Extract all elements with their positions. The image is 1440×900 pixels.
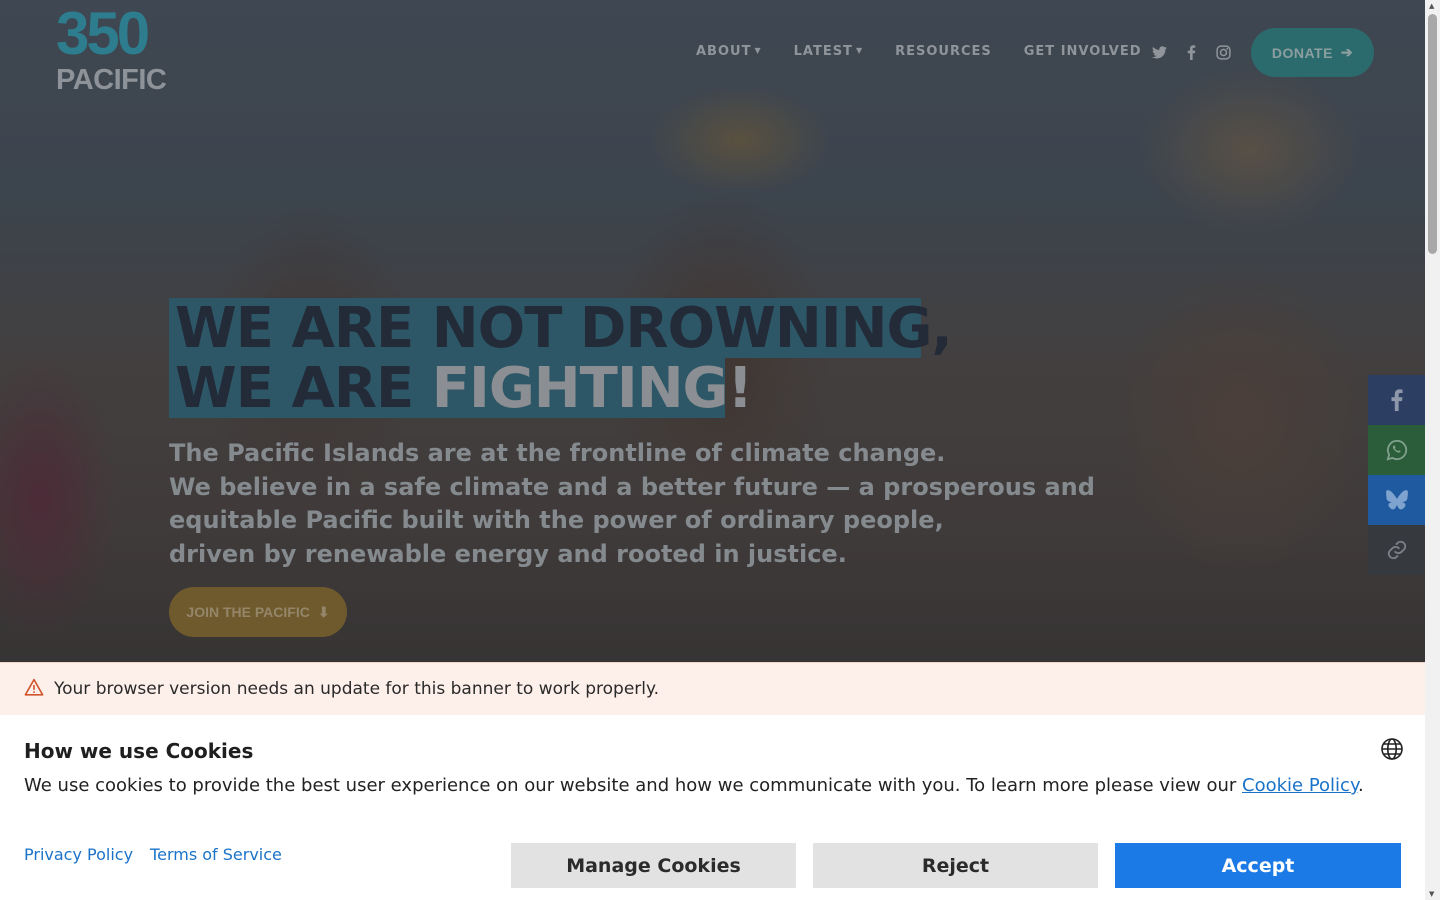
- cookie-consent-panel: How we use Cookies We use cookies to pro…: [0, 715, 1425, 900]
- globe-icon[interactable]: [1380, 737, 1404, 761]
- donate-button[interactable]: DONATE ➔: [1251, 28, 1374, 77]
- site-logo[interactable]: 350 PACIFIC: [56, 4, 167, 96]
- browser-warning-banner: Your browser version needs an update for…: [0, 662, 1425, 715]
- share-whatsapp-button[interactable]: [1368, 425, 1425, 475]
- link-icon: [1387, 540, 1406, 560]
- facebook-icon[interactable]: [1182, 43, 1200, 61]
- twitter-icon[interactable]: [1150, 43, 1168, 61]
- arrow-down-icon: ⬇: [317, 603, 330, 620]
- lede-line: We believe in a safe climate and a bette…: [169, 472, 1095, 501]
- hero-section: 350 PACIFIC ABOUT ▼ LATEST ▼ RESOURCES GET…: [0, 0, 1425, 662]
- scrollbar-thumb[interactable]: [1428, 14, 1437, 254]
- warning-icon: [24, 678, 44, 701]
- nav-latest[interactable]: LATEST ▼: [794, 44, 863, 59]
- nav-resources-label: RESOURCES: [895, 44, 992, 59]
- cookie-title: How we use Cookies: [24, 739, 254, 763]
- headline-line-2-prefix: WE ARE: [175, 356, 432, 421]
- nav-about-label: ABOUT: [696, 44, 752, 59]
- header-social-links: [1150, 43, 1232, 61]
- share-bar: [1368, 375, 1425, 575]
- chevron-down-icon: ▼: [754, 46, 762, 55]
- join-the-pacific-button[interactable]: JOIN THE PACIFIC ⬇: [169, 587, 347, 637]
- warning-text: Your browser version needs an update for…: [54, 679, 660, 699]
- scroll-up-icon[interactable]: ▲: [1429, 2, 1434, 10]
- lede-line: driven by renewable energy and rooted in…: [169, 539, 847, 568]
- scroll-down-icon[interactable]: ▼: [1429, 890, 1434, 898]
- manage-cookies-button[interactable]: Manage Cookies: [511, 843, 796, 888]
- headline-line-2: WE ARE FIGHTING!: [169, 356, 753, 421]
- donate-label: DONATE: [1271, 44, 1333, 61]
- logo-word: PACIFIC: [56, 64, 167, 96]
- policy-links: Privacy Policy Terms of Service: [24, 845, 282, 864]
- nav-get-involved[interactable]: GET INVOLVED: [1024, 44, 1142, 59]
- whatsapp-icon: [1386, 439, 1407, 461]
- arrow-right-icon: ➔: [1340, 44, 1354, 60]
- instagram-icon[interactable]: [1214, 43, 1232, 61]
- cookie-policy-link[interactable]: Cookie Policy: [1242, 775, 1358, 796]
- cookie-description: We use cookies to provide the best user …: [24, 775, 1364, 796]
- privacy-policy-link[interactable]: Privacy Policy: [24, 845, 133, 864]
- terms-of-service-link[interactable]: Terms of Service: [150, 845, 282, 864]
- hero-lede: The Pacific Islands are at the frontline…: [169, 437, 1129, 571]
- hero-headline: WE ARE NOT DROWNING, WE ARE FIGHTING!: [169, 298, 953, 421]
- page-scrollbar[interactable]: ▲ ▼: [1425, 0, 1440, 900]
- share-facebook-button[interactable]: [1368, 375, 1425, 425]
- headline-line-1: WE ARE NOT DROWNING,: [169, 298, 953, 358]
- nav-about[interactable]: ABOUT ▼: [696, 44, 762, 59]
- chevron-down-icon: ▼: [855, 46, 864, 55]
- facebook-icon: [1391, 389, 1402, 411]
- lede-line: The Pacific Islands are at the frontline…: [169, 439, 946, 467]
- lede-line: equitable Pacific built with the power o…: [169, 506, 944, 534]
- share-copy-link-button[interactable]: [1368, 525, 1425, 575]
- nav-resources[interactable]: RESOURCES: [895, 44, 992, 59]
- main-nav: ABOUT ▼ LATEST ▼ RESOURCES GET INVOLVED: [696, 44, 1174, 59]
- join-label: JOIN THE PACIFIC: [186, 604, 310, 620]
- cookie-description-end: .: [1358, 775, 1364, 796]
- nav-get-involved-label: GET INVOLVED: [1023, 44, 1142, 59]
- accept-button[interactable]: Accept: [1115, 843, 1401, 888]
- reject-button[interactable]: Reject: [813, 843, 1098, 888]
- cookie-description-text: We use cookies to provide the best user …: [24, 775, 1243, 796]
- headline-accent: FIGHTING!: [431, 356, 753, 421]
- share-bluesky-button[interactable]: [1368, 475, 1425, 525]
- nav-latest-label: LATEST: [793, 44, 853, 59]
- bluesky-icon: [1385, 490, 1408, 510]
- logo-number: 350: [56, 0, 150, 67]
